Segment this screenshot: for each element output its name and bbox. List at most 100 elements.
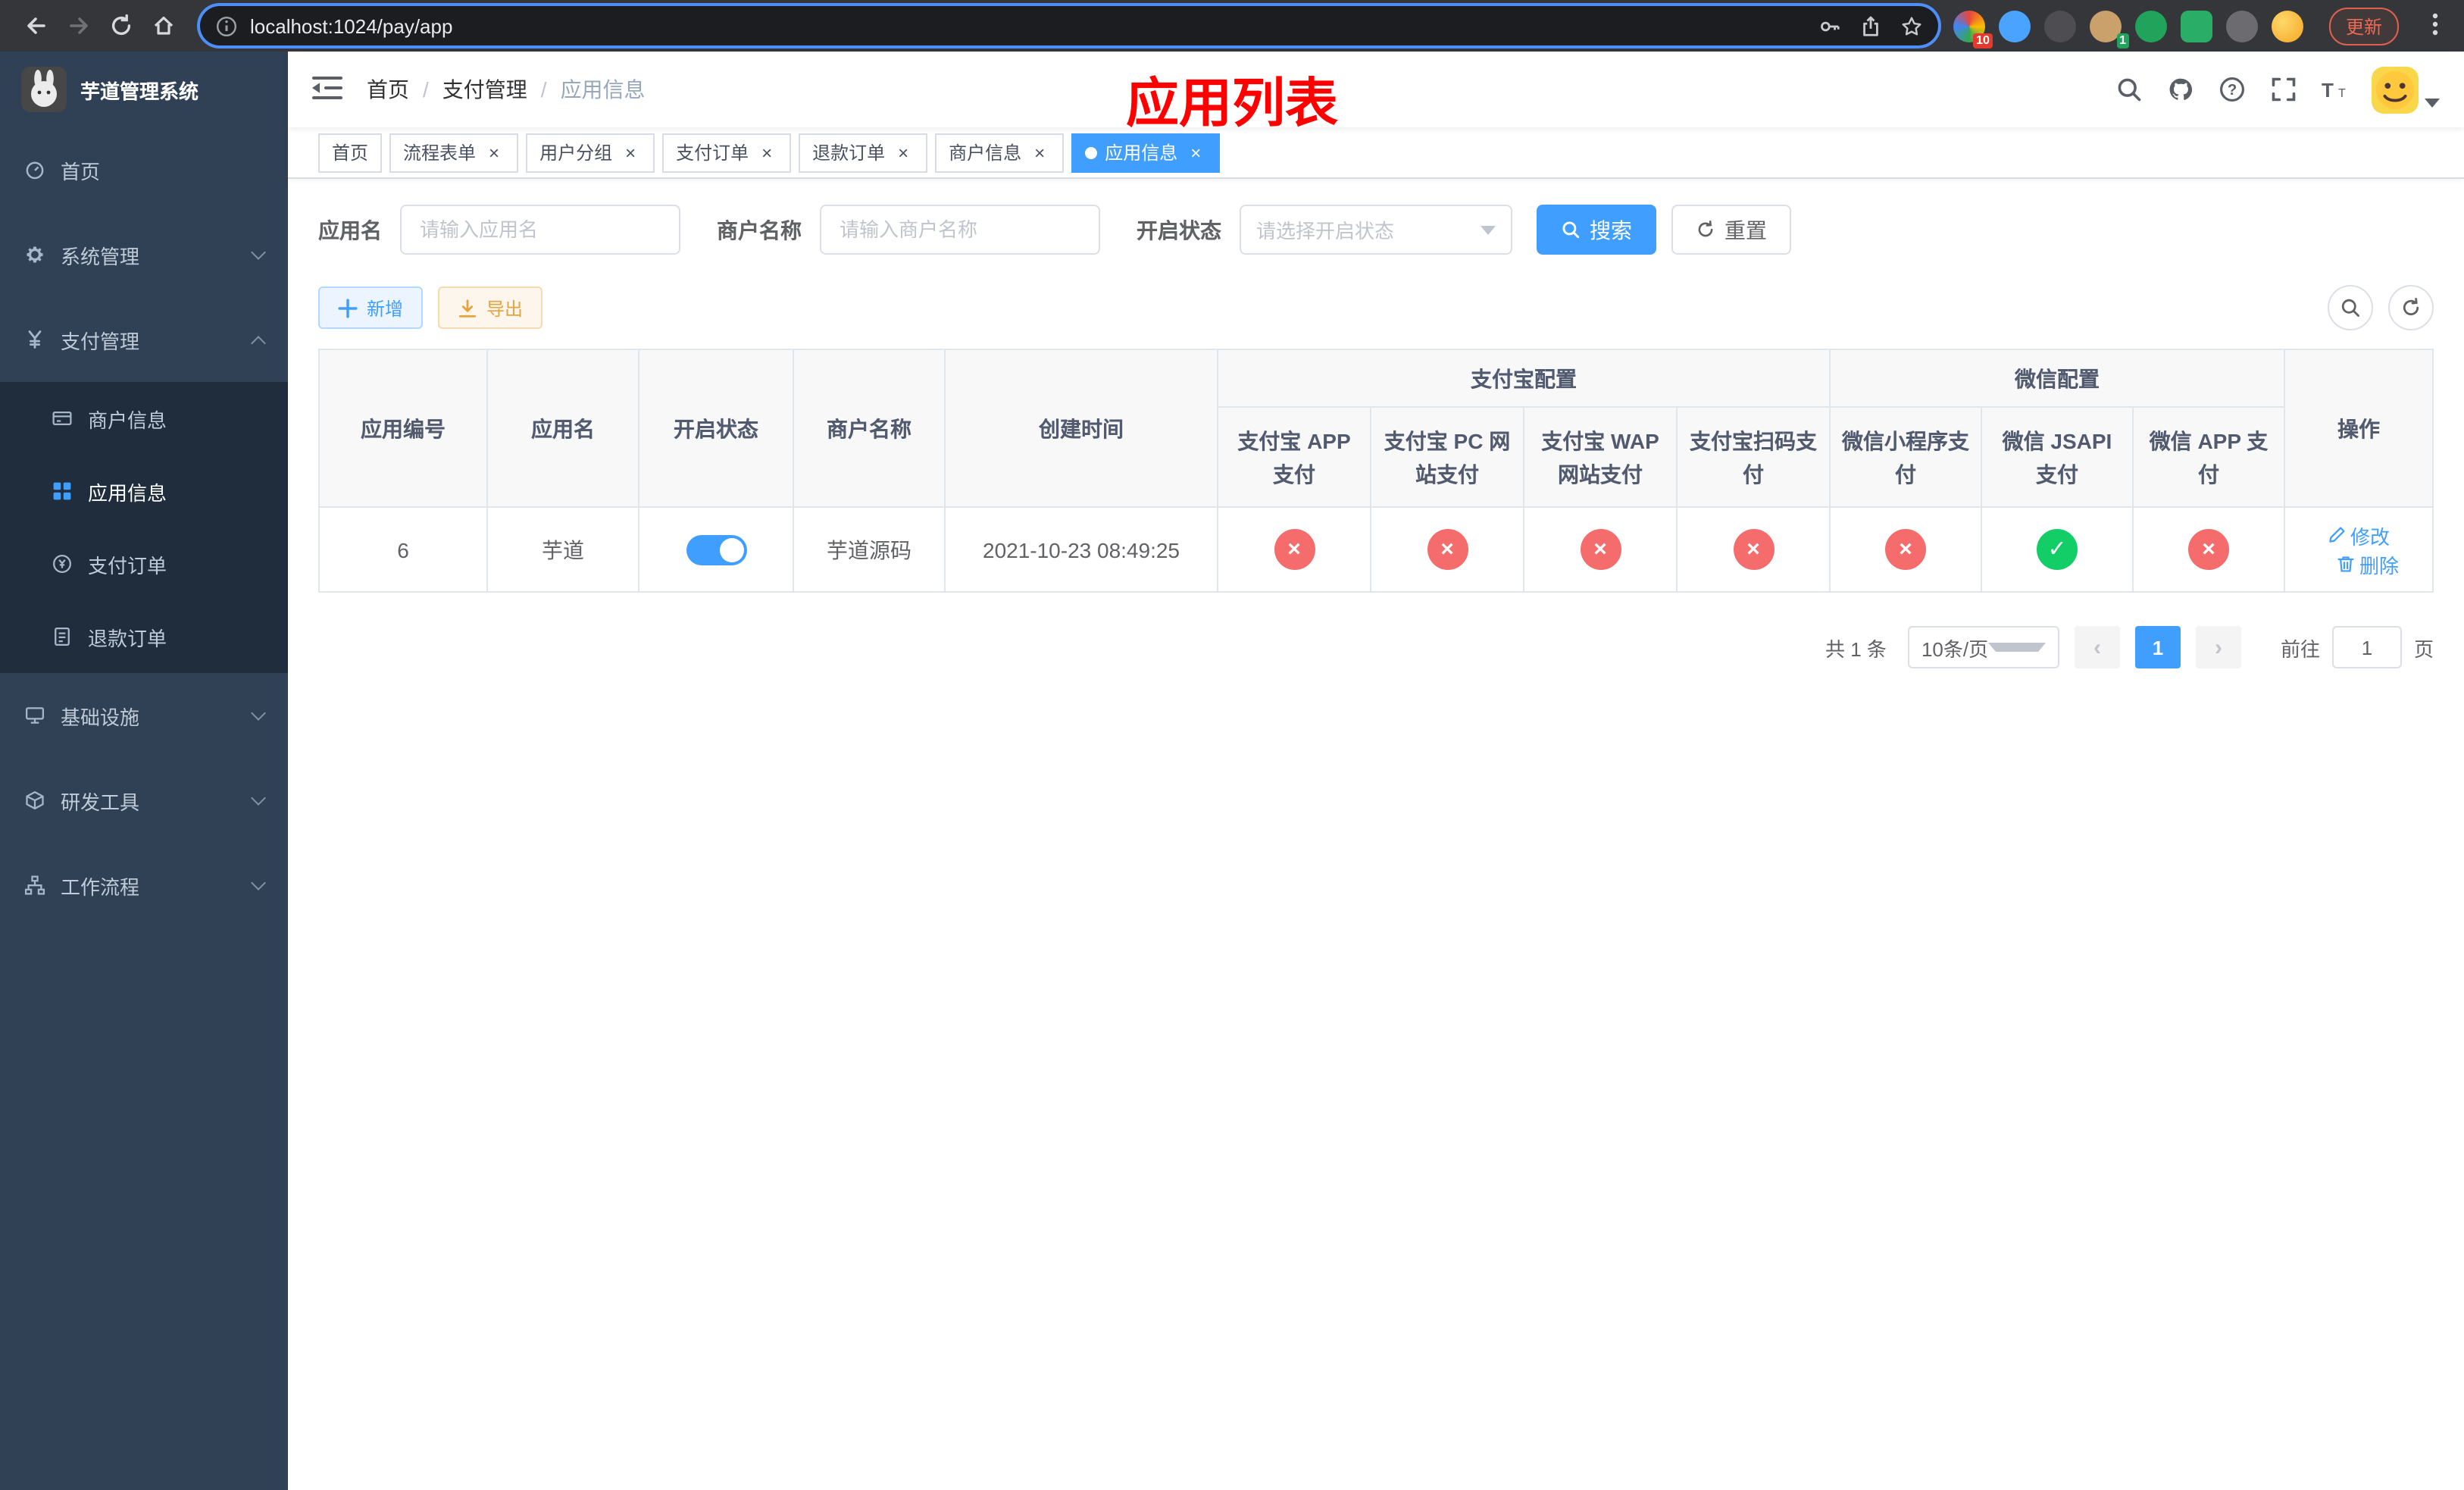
address-bar[interactable]: localhost:1024/pay/app	[200, 6, 1938, 45]
tab-home[interactable]: 首页	[318, 133, 383, 172]
tab-refund-order[interactable]: 退款订单	[799, 133, 928, 172]
url-text: localhost:1024/pay/app	[250, 14, 453, 37]
annotation-title: 应用列表	[1125, 74, 1339, 133]
add-button[interactable]: 新增	[318, 286, 424, 329]
user-avatar[interactable]	[2372, 66, 2419, 113]
toggle-search-button[interactable]	[2328, 285, 2373, 330]
site-info-icon[interactable]	[215, 14, 238, 37]
browser-menu-icon[interactable]	[2422, 12, 2449, 39]
svg-text:?: ?	[2227, 82, 2236, 99]
sidebar-group-infrastructure[interactable]: 基础设施	[0, 673, 288, 758]
close-icon[interactable]	[620, 142, 641, 163]
reload-button[interactable]	[100, 5, 142, 47]
chevron-down-icon	[251, 244, 266, 259]
sidebar-group-workflow[interactable]: 工作流程	[0, 843, 288, 928]
sidebar-item-home[interactable]: 首页	[0, 127, 288, 212]
app-logo[interactable]: 芋道管理系统	[0, 52, 288, 127]
sidebar-item-refund-order[interactable]: 退款订单	[0, 600, 288, 673]
refresh-icon	[1698, 220, 1713, 237]
dev-tools-icon	[26, 791, 44, 809]
status-select[interactable]: 请选择开启状态	[1240, 205, 1512, 255]
breadcrumb-home[interactable]: 首页	[367, 74, 409, 105]
next-page-button[interactable]: ›	[2195, 626, 2241, 668]
forward-button[interactable]	[58, 5, 100, 47]
app-title: 芋道管理系统	[80, 80, 199, 102]
page-number-1[interactable]: 1	[2134, 626, 2181, 668]
font-size-icon[interactable]: TT	[2320, 75, 2349, 104]
status-icon	[2188, 529, 2229, 570]
sidebar-item-merchant-info[interactable]: 商户信息	[0, 382, 288, 455]
help-icon[interactable]: ?	[2217, 75, 2246, 104]
column-header: 微信 JSAPI 支付	[1981, 406, 2134, 508]
tab-process-form[interactable]: 流程表单	[389, 133, 519, 172]
tab-pay-order[interactable]: 支付订单	[662, 133, 792, 172]
close-icon[interactable]	[893, 142, 914, 163]
bookmark-star-icon[interactable]	[1900, 14, 1923, 37]
edit-link[interactable]: 修改	[2328, 521, 2390, 549]
hamburger-icon[interactable]	[312, 76, 342, 103]
goto-page-input[interactable]	[2331, 626, 2402, 668]
cell-merchant-name: 芋道源码	[793, 506, 946, 593]
column-header: 操作	[2284, 349, 2434, 508]
extension-icon[interactable]	[2043, 10, 2076, 42]
chevron-down-icon	[251, 705, 266, 720]
update-button[interactable]: 更新	[2328, 7, 2399, 45]
status-toggle[interactable]	[686, 534, 746, 565]
github-icon[interactable]	[2165, 75, 2194, 104]
app-name-input[interactable]	[400, 205, 680, 255]
extension-icon[interactable]	[1998, 10, 2031, 42]
sidebar-group-system[interactable]: 系统管理	[0, 212, 288, 297]
cell-status	[638, 506, 794, 593]
refresh-table-button[interactable]	[2388, 285, 2434, 330]
gear-icon	[27, 246, 43, 263]
extension-badge: 1	[2116, 33, 2129, 48]
extension-icon[interactable]	[2225, 10, 2258, 42]
extension-icon[interactable]: 10	[1953, 10, 1993, 48]
prev-page-button[interactable]: ‹	[2074, 626, 2120, 668]
close-icon[interactable]	[1029, 142, 1050, 163]
home-button[interactable]	[142, 5, 185, 47]
goto-label: 前往	[2280, 637, 2320, 660]
tab-app-info[interactable]: 应用信息	[1071, 133, 1221, 172]
user-caret-icon[interactable]	[2425, 98, 2440, 107]
workflow-icon	[24, 875, 45, 895]
app-table: 应用编号 应用名 开启状态 商户名称 创建时间 支付宝配置 微信配置 操作 支付…	[318, 349, 2434, 593]
reset-button[interactable]: 重置	[1671, 205, 1791, 255]
header-search-icon[interactable]	[2114, 75, 2143, 104]
extension-icon[interactable]	[2180, 10, 2212, 42]
status-icon	[1274, 529, 1315, 570]
close-icon[interactable]	[483, 142, 505, 163]
share-icon[interactable]	[1859, 14, 1882, 37]
search-button[interactable]: 搜索	[1537, 205, 1656, 255]
breadcrumb-parent[interactable]: 支付管理	[442, 74, 527, 105]
extension-icon[interactable]: 1	[2089, 10, 2129, 48]
back-button[interactable]	[15, 5, 58, 47]
sidebar-item-pay-order[interactable]: 支付订单	[0, 527, 288, 600]
grid-icon	[53, 482, 71, 500]
password-key-icon[interactable]	[1818, 14, 1841, 37]
active-dot	[1085, 146, 1098, 158]
export-button[interactable]: 导出	[438, 286, 543, 329]
sidebar-item-app-info[interactable]: 应用信息	[0, 455, 288, 527]
search-icon	[2341, 299, 2359, 317]
chevron-down-icon	[251, 875, 266, 890]
profile-avatar-icon[interactable]	[2271, 10, 2303, 42]
sidebar-group-dev-tools[interactable]: 研发工具	[0, 758, 288, 843]
delete-link[interactable]: 删除	[2337, 549, 2399, 578]
cell-create-time: 2021-10-23 08:49:25	[944, 506, 1218, 593]
sidebar-group-payment[interactable]: 支付管理	[0, 297, 288, 382]
merchant-name-label: 商户名称	[717, 218, 802, 242]
fullscreen-icon[interactable]	[2269, 75, 2297, 104]
yen-icon	[28, 330, 42, 349]
cell-app-id: 6	[318, 506, 488, 593]
page-size-select[interactable]: 10条/页	[1907, 626, 2059, 668]
user-menu[interactable]	[2372, 66, 2440, 113]
close-icon[interactable]	[1185, 142, 1206, 163]
extension-icon[interactable]	[2134, 10, 2167, 42]
tab-merchant-info[interactable]: 商户信息	[935, 133, 1065, 172]
merchant-name-input[interactable]	[820, 205, 1100, 255]
tab-user-group[interactable]: 用户分组	[526, 133, 655, 172]
tags-view-bar: 首页 流程表单 用户分组 支付订单	[288, 127, 2464, 179]
close-icon[interactable]	[756, 142, 777, 163]
column-header: 支付宝 APP 支付	[1217, 406, 1371, 508]
